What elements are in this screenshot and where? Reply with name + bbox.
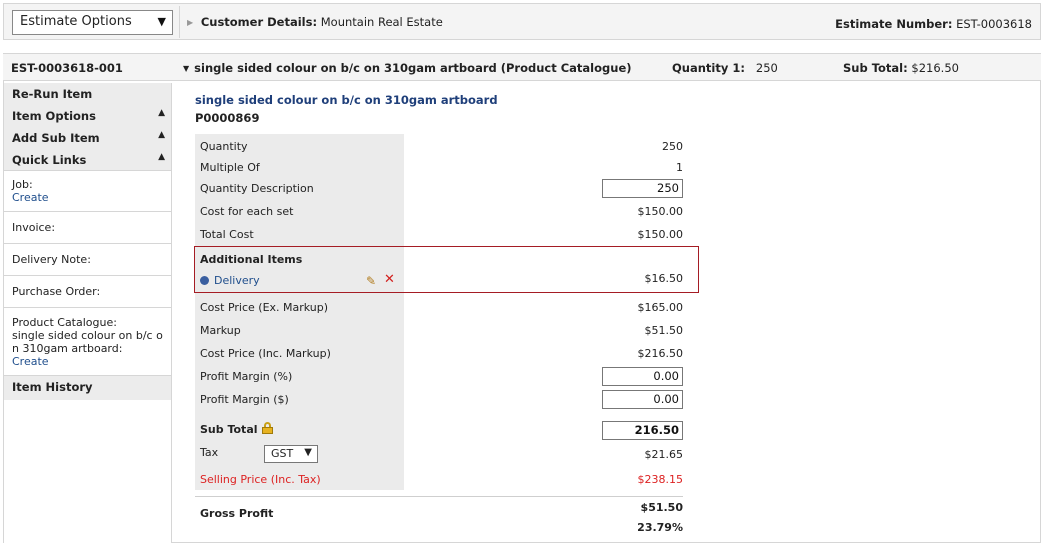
item-subtotal-value: $216.50 (911, 61, 959, 75)
multiple-of-label: Multiple Of (200, 161, 260, 174)
profit-margin-amt-label: Profit Margin ($) (200, 393, 289, 406)
triangle-right-icon: ▶ (187, 18, 194, 27)
quantity-description-label: Quantity Description (200, 182, 314, 195)
tax-label: Tax (200, 446, 219, 459)
selling-price-value: $238.15 (637, 473, 684, 486)
total-cost-value: $150.00 (637, 228, 684, 241)
product-catalogue-label: Product Catalogue: (12, 316, 117, 329)
item-quantity-label: Quantity 1: (672, 61, 745, 75)
product-catalogue-line2: n 310gam artboard: (12, 342, 123, 355)
profit-margin-pct-input[interactable]: 0.00 (602, 367, 683, 386)
item-subtotal: Sub Total: $216.50 (843, 61, 959, 75)
subtotal-label: Sub Total (200, 423, 258, 436)
selling-price-label: Selling Price (Inc. Tax) (200, 473, 321, 486)
tax-value: $21.65 (644, 448, 684, 461)
sidebar-item-history[interactable]: Item History (4, 376, 171, 400)
item-quantity-value: 250 (755, 61, 778, 75)
profit-margin-pct-label: Profit Margin (%) (200, 370, 293, 383)
item-quantity: Quantity 1: 250 (672, 61, 778, 75)
sidebar-item-label: Item Options (12, 109, 96, 123)
sidebar-item-label: Item History (12, 380, 93, 394)
lock-icon[interactable] (261, 422, 273, 434)
estimate-number: Estimate Number: EST-0003618 (835, 17, 1032, 31)
sidebar-item-label: Quick Links (12, 153, 87, 167)
divider (195, 496, 683, 497)
quick-link-purchase-order: Purchase Order: (4, 276, 171, 308)
estimate-options-label: Estimate Options (20, 14, 132, 29)
red-x-icon[interactable]: ✕ (384, 272, 395, 287)
sidebar-quick-links[interactable]: Quick Links ▲ (4, 149, 171, 171)
item-subtotal-label: Sub Total: (843, 61, 908, 75)
product-code: P0000869 (195, 111, 260, 125)
quick-link-invoice: Invoice: (4, 212, 171, 244)
cost-each-value: $150.00 (637, 205, 684, 218)
sidebar-rerun-item[interactable]: Re-Run Item (4, 83, 171, 105)
profit-margin-amt-input[interactable]: 0.00 (602, 390, 683, 409)
customer-value: Mountain Real Estate (320, 15, 443, 29)
estimate-number-value: EST-0003618 (956, 17, 1032, 31)
item-code: EST-0003618-001 (11, 61, 123, 75)
item-description: single sided colour on b/c on 310gam art… (194, 61, 632, 75)
subtotal-row: Sub Total (200, 422, 273, 436)
additional-items-label: Additional Items (200, 253, 303, 266)
invoice-label: Invoice: (12, 221, 56, 234)
top-bar: Estimate Options ▼ ▶ Customer Details: M… (3, 3, 1041, 40)
item-description-toggle[interactable]: ▼ single sided colour on b/c on 310gam ar… (183, 61, 632, 75)
markup-label: Markup (200, 324, 241, 337)
triangle-down-icon: ▼ (157, 15, 166, 28)
delivery-note-label: Delivery Note: (12, 253, 91, 266)
cost-inc-markup-value: $216.50 (637, 347, 684, 360)
sidebar: Re-Run Item Item Options ▲ Add Sub Item ▲ … (4, 83, 172, 543)
job-create-link[interactable]: Create (12, 191, 49, 204)
customer-details[interactable]: ▶ Customer Details: Mountain Real Estate (187, 15, 443, 29)
gross-profit-value: $51.50 (640, 501, 683, 514)
delivery-value: $16.50 (644, 272, 684, 285)
gross-profit-pct: 23.79% (637, 521, 683, 534)
blue-dot-icon (200, 276, 209, 285)
gross-profit-label: Gross Profit (200, 507, 274, 520)
triangle-up-icon: ▲ (158, 108, 165, 118)
product-title: single sided colour on b/c on 310gam art… (195, 93, 498, 107)
sidebar-add-sub-item[interactable]: Add Sub Item ▲ (4, 127, 171, 149)
sidebar-item-options[interactable]: Item Options ▲ (4, 105, 171, 127)
sidebar-item-label: Re-Run Item (12, 87, 93, 101)
triangle-down-icon: ▼ (183, 64, 190, 73)
triangle-up-icon: ▲ (158, 130, 165, 140)
estimate-options-dropdown[interactable]: Estimate Options ▼ (12, 10, 173, 35)
item-bar: EST-0003618-001 ▼ single sided colour on … (3, 53, 1041, 81)
cost-ex-markup-value: $165.00 (637, 301, 684, 314)
quantity-label: Quantity (200, 140, 248, 153)
sidebar-item-label: Add Sub Item (12, 131, 100, 145)
tax-select[interactable]: GST ▼ (264, 445, 318, 463)
triangle-up-icon: ▲ (158, 152, 165, 162)
purchase-order-label: Purchase Order: (12, 285, 101, 298)
quantity-value: 250 (662, 140, 683, 153)
delivery-item[interactable]: Delivery (200, 274, 260, 287)
delivery-link[interactable]: Delivery (214, 274, 260, 287)
pencil-icon[interactable]: ✎ (366, 274, 376, 288)
job-label: Job: (12, 178, 33, 191)
quick-link-delivery-note: Delivery Note: (4, 244, 171, 276)
subtotal-input[interactable]: 216.50 (602, 421, 683, 440)
quick-link-product-catalogue: Product Catalogue: single sided colour o… (4, 308, 171, 376)
markup-value: $51.50 (644, 324, 684, 337)
divider (179, 6, 180, 38)
cost-inc-markup-label: Cost Price (Inc. Markup) (200, 347, 331, 360)
triangle-down-icon: ▼ (304, 447, 312, 458)
product-catalogue-create-link[interactable]: Create (12, 355, 49, 368)
multiple-of-value: 1 (676, 161, 683, 174)
tax-selected-option: GST (271, 447, 294, 460)
cost-ex-markup-label: Cost Price (Ex. Markup) (200, 301, 329, 314)
total-cost-label: Total Cost (200, 228, 254, 241)
quantity-description-input[interactable]: 250 (602, 179, 683, 198)
product-catalogue-line1: single sided colour on b/c o (12, 329, 163, 342)
cost-each-label: Cost for each set (200, 205, 294, 218)
estimate-number-label: Estimate Number: (835, 17, 953, 31)
customer-label: Customer Details: (200, 15, 318, 29)
quick-link-job: Job: Create (4, 171, 171, 212)
